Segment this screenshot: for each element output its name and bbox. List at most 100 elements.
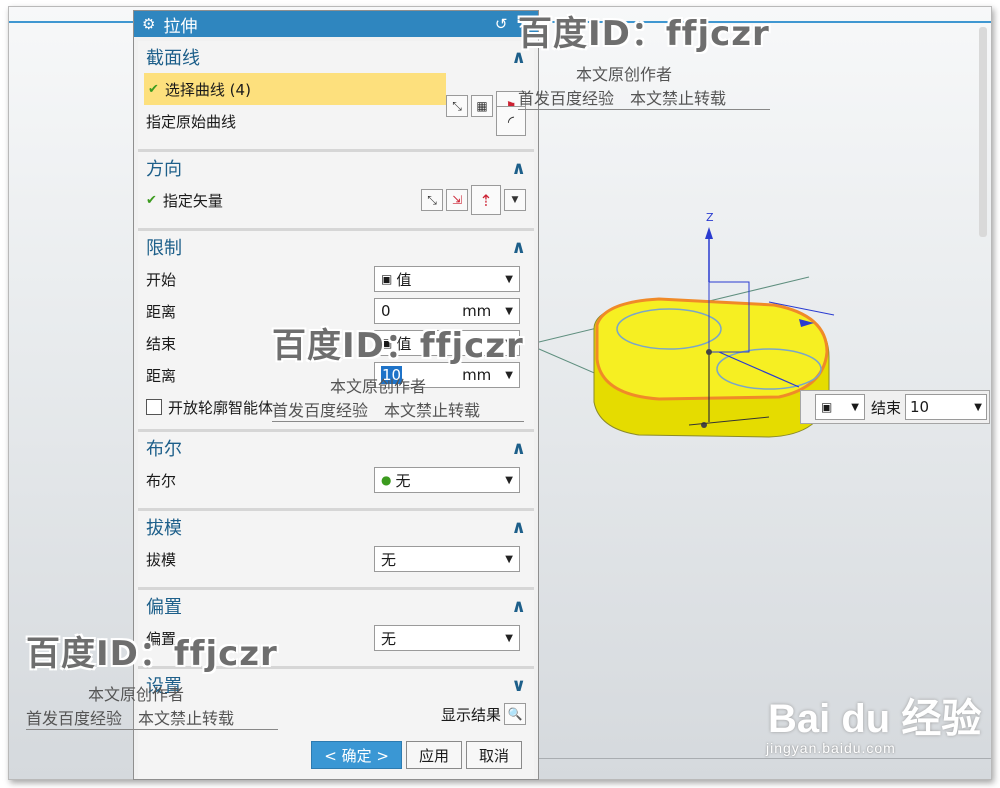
direction-header[interactable]: 方向 ∧ [138, 152, 534, 184]
distance1-label: 距离 [146, 302, 177, 321]
offset-header[interactable]: 偏置 ∧ [138, 590, 534, 622]
end-row: 结束 ▣ 值 ▼ [138, 327, 534, 359]
specify-original-row[interactable]: 指定原始曲线 ◜ [138, 105, 534, 137]
specify-original-label: 指定原始曲线 [146, 112, 237, 131]
end-label: 结束 [146, 334, 177, 353]
vector-axis-icon[interactable]: ⇡ [471, 185, 501, 215]
limits-header[interactable]: 限制 ∧ [138, 231, 534, 263]
select-curve-row[interactable]: ✔ 选择曲线 (4) [144, 73, 446, 105]
end-type-select[interactable]: ▣ ▼ [815, 394, 865, 420]
boolean-label: 布尔 [146, 471, 177, 490]
offset-select[interactable]: 无 ▼ [374, 625, 520, 651]
distance1-input[interactable]: 0 mm ▼ [374, 298, 520, 324]
gear-icon[interactable]: ⚙ [142, 15, 155, 33]
cancel-button[interactable]: 取消 [465, 741, 522, 769]
section-curve-header[interactable]: 截面线 ∧ [138, 41, 534, 73]
chevron-down-icon[interactable]: ▼ [505, 475, 513, 486]
chevron-up-icon[interactable]: ∧ [511, 438, 526, 459]
draft-row: 拔模 无 ▼ [138, 543, 534, 575]
chevron-down-icon[interactable]: ▼ [851, 402, 859, 413]
offset-select-value: 无 [381, 629, 397, 648]
boolean-title: 布尔 [146, 439, 182, 460]
chevron-down-icon[interactable]: ▼ [504, 189, 526, 211]
distance1-unit: mm [462, 302, 492, 320]
value-cube-icon: ▣ [381, 336, 393, 350]
section-curve-title: 截面线 [146, 48, 200, 69]
boolean-icon: ● [381, 473, 392, 487]
direction-title: 方向 [146, 159, 182, 180]
float-end-label: 结束 [871, 398, 902, 417]
boolean-header[interactable]: 布尔 ∧ [138, 432, 534, 464]
end-select-value: 值 [396, 334, 412, 353]
draft-title: 拔模 [146, 518, 182, 539]
open-profile-label: 开放轮廓智能体 [168, 398, 274, 417]
chevron-down-icon[interactable]: ▼ [974, 402, 982, 413]
distance2-input[interactable]: 10 mm ▼ [374, 362, 520, 388]
boolean-select[interactable]: ● 无 ▼ [374, 467, 520, 493]
draft-group: 拔模 ∧ 拔模 无 ▼ [138, 511, 534, 590]
chevron-down-icon[interactable]: ∨ [511, 675, 526, 696]
open-profile-checkbox[interactable] [146, 399, 162, 415]
chevron-up-icon[interactable]: ∧ [511, 237, 526, 258]
show-result-label: 显示结果 [440, 705, 501, 724]
close-icon[interactable]: ✕ [517, 15, 530, 33]
chevron-down-icon[interactable]: ▼ [505, 274, 513, 285]
show-result-control[interactable]: 显示结果 🔍 [441, 703, 526, 725]
float-end-input[interactable]: 10 ▼ [905, 394, 987, 420]
magnifier-icon[interactable]: 🔍 [504, 703, 526, 725]
limits-title: 限制 [146, 238, 182, 259]
offset-row: 偏置 无 ▼ [138, 622, 534, 654]
chevron-down-icon[interactable]: ▼ [505, 370, 513, 381]
start-select[interactable]: ▣ 值 ▼ [374, 266, 520, 292]
start-row: 开始 ▣ 值 ▼ [138, 263, 534, 295]
check-icon: ✔ [146, 192, 157, 208]
reset-icon[interactable]: ↺ [495, 15, 508, 33]
baidu-logo: Bai du 经验 [768, 697, 982, 741]
extrude-dialog: ⚙ 拉伸 ↺ ✕ 截面线 ∧ ✔ 选择曲线 (4) ⤡ ▦ ⚑ 指定原始曲线 ◜ [133, 10, 539, 780]
specify-vector-row[interactable]: ✔ 指定矢量 ⤡ ⇲ ⇡ ▼ [138, 184, 534, 216]
z-axis-label: Z [706, 211, 714, 224]
chevron-down-icon[interactable]: ▼ [505, 554, 513, 565]
reverse-direction-icon[interactable]: ⤡ [421, 189, 443, 211]
vector-dialog-icon[interactable]: ⇲ [446, 189, 468, 211]
chevron-up-icon[interactable]: ∧ [511, 158, 526, 179]
draft-select-value: 无 [381, 550, 397, 569]
start-select-value: 值 [396, 270, 412, 289]
draft-header[interactable]: 拔模 ∧ [138, 511, 534, 543]
chevron-up-icon[interactable]: ∧ [511, 47, 526, 68]
check-icon: ✔ [148, 81, 159, 97]
offset-group: 偏置 ∧ 偏置 无 ▼ [138, 590, 534, 669]
distance2-value: 10 [381, 366, 403, 384]
boolean-select-value: 无 [395, 471, 411, 490]
draft-select[interactable]: 无 ▼ [374, 546, 520, 572]
ok-button[interactable]: < 确定 > [311, 741, 402, 769]
distance2-label: 距离 [146, 366, 177, 385]
chevron-down-icon[interactable]: ▼ [505, 338, 513, 349]
limits-group: 限制 ∧ 开始 ▣ 值 ▼ 距离 0 mm ▼ 结束 ▣ 值 ▼ 距离 10 m… [138, 231, 534, 432]
chevron-up-icon[interactable]: ∧ [511, 517, 526, 538]
baidu-url: jingyan.baidu.com [766, 740, 896, 756]
dialog-footer: 显示结果 🔍 < 确定 > 应用 取消 [138, 697, 534, 779]
float-end-value: 10 [910, 398, 930, 416]
open-profile-row[interactable]: 开放轮廓智能体 [138, 391, 534, 423]
specify-vector-label: 指定矢量 [162, 191, 223, 210]
chevron-down-icon[interactable]: ▼ [505, 306, 513, 317]
viewport-divider [539, 758, 991, 759]
dialog-title-bar[interactable]: ⚙ 拉伸 ↺ ✕ [134, 11, 538, 37]
chevron-down-icon[interactable]: ▼ [505, 633, 513, 644]
end-select[interactable]: ▣ 值 ▼ [374, 330, 520, 356]
direction-group: 方向 ∧ ✔ 指定矢量 ⤡ ⇲ ⇡ ▼ [138, 152, 534, 231]
apply-button[interactable]: 应用 [405, 741, 462, 769]
start-label: 开始 [146, 270, 177, 289]
value-cube-icon: ▣ [821, 400, 833, 414]
section-curve-group: 截面线 ∧ ✔ 选择曲线 (4) ⤡ ▦ ⚑ 指定原始曲线 ◜ [138, 41, 534, 152]
chevron-up-icon[interactable]: ∧ [511, 596, 526, 617]
select-curve-label: 选择曲线 (4) [164, 80, 251, 99]
boolean-row: 布尔 ● 无 ▼ [138, 464, 534, 496]
offset-title: 偏置 [146, 597, 182, 618]
original-curve-icon[interactable]: ◜ [496, 106, 526, 136]
distance2-unit: mm [462, 366, 492, 384]
boolean-group: 布尔 ∧ 布尔 ● 无 ▼ [138, 432, 534, 511]
settings-title: 设置 [146, 676, 182, 697]
offset-label: 偏置 [146, 629, 177, 648]
